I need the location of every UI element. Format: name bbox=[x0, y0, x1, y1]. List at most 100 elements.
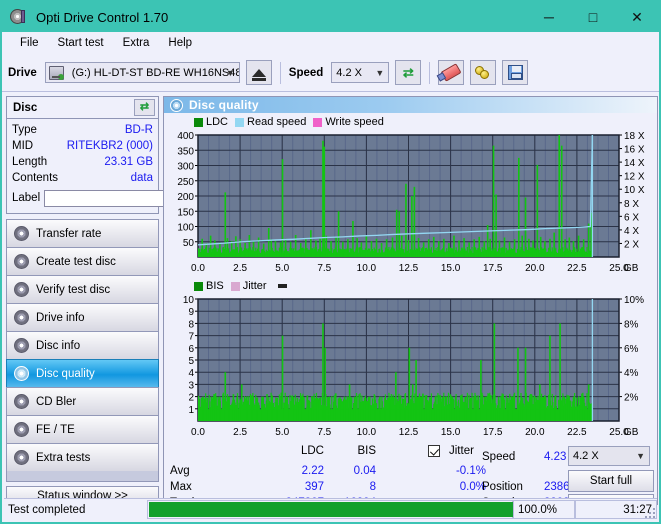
svg-text:9: 9 bbox=[188, 307, 194, 318]
sidebar-item-label: Disc info bbox=[36, 339, 81, 352]
disc-row-value: 23.31 GB bbox=[104, 156, 153, 168]
menu-extra[interactable]: Extra bbox=[115, 35, 158, 51]
app-disc-icon bbox=[10, 8, 28, 26]
legend-label-write-speed: Write speed bbox=[325, 116, 384, 129]
refresh-icon: ⇄ bbox=[402, 65, 414, 80]
sidebar-item-create-test-disc[interactable]: Create test disc bbox=[6, 247, 159, 275]
resize-grip-icon[interactable] bbox=[645, 508, 655, 518]
minimize-button[interactable]: ─ bbox=[527, 2, 571, 32]
sidebar-item-fe-te[interactable]: FE / TE bbox=[6, 415, 159, 443]
stats-row-label-avg: Avg bbox=[170, 465, 190, 478]
sidebar-item-transfer-rate[interactable]: Transfer rate bbox=[6, 219, 159, 247]
legend-swatch-read-speed bbox=[235, 117, 245, 127]
sidebar-item-label: Drive info bbox=[36, 311, 85, 324]
sidebar-item-disc-quality[interactable]: Disc quality bbox=[6, 359, 159, 387]
status-bar: Test completed 100.0% 31:27 bbox=[4, 498, 657, 520]
progress-bar-fill bbox=[149, 502, 513, 517]
save-button[interactable] bbox=[502, 60, 529, 85]
svg-text:16 X: 16 X bbox=[624, 145, 645, 156]
sidebar-item-label: Disc quality bbox=[36, 367, 95, 380]
chart1-legend: LDC Read speed Write speed bbox=[164, 115, 657, 129]
drive-select-value: (G:) HL-DT-ST BD-RE WH16NS48 1.D3 bbox=[71, 66, 239, 79]
disc-row-value: RITEKBR2 (000) bbox=[66, 140, 153, 152]
sidebar-item-cd-bler[interactable]: CD Bler bbox=[6, 387, 159, 415]
svg-text:250: 250 bbox=[177, 177, 194, 188]
svg-text:12.5: 12.5 bbox=[399, 263, 419, 274]
speed-stat-label: Speed bbox=[482, 451, 516, 464]
disc-row-mid: MID RITEKBR2 (000) bbox=[12, 138, 153, 154]
svg-text:2%: 2% bbox=[624, 393, 639, 404]
coins-button[interactable] bbox=[470, 60, 497, 85]
svg-text:8 X: 8 X bbox=[624, 199, 639, 210]
menu-file[interactable]: File bbox=[12, 35, 47, 51]
close-button[interactable]: ✕ bbox=[615, 2, 659, 32]
disc-panel: Disc ⇄ Type BD-R MID RITEKBR2 (000) Leng… bbox=[6, 96, 248, 214]
refresh-button[interactable]: ⇄ bbox=[395, 60, 422, 85]
legend-label-ldc: LDC bbox=[206, 116, 229, 129]
disc-icon bbox=[14, 338, 29, 353]
chart-ldc-readspeed: 50 100 150 200 250 300 350 400 2 X 4 X 6 X 8 X 10 X 1… bbox=[164, 129, 657, 277]
sidebar-item-drive-info[interactable]: Drive info bbox=[6, 303, 159, 331]
drive-label: Drive bbox=[8, 66, 37, 79]
test-nav-list: Transfer rate Create test disc Verify te… bbox=[6, 219, 159, 482]
erase-button[interactable] bbox=[438, 60, 465, 85]
disc-row-label: Length bbox=[12, 156, 48, 168]
coins-icon bbox=[475, 65, 491, 80]
svg-text:10.0: 10.0 bbox=[357, 263, 377, 274]
svg-text:17.5: 17.5 bbox=[483, 427, 503, 438]
jitter-checkbox[interactable] bbox=[428, 445, 440, 458]
svg-text:2.5: 2.5 bbox=[233, 427, 247, 438]
svg-text:1: 1 bbox=[188, 405, 194, 416]
stats-row-label-max: Max bbox=[170, 481, 192, 494]
svg-text:20.0: 20.0 bbox=[525, 427, 545, 438]
svg-text:2.5: 2.5 bbox=[233, 263, 247, 274]
chart-bis-jitter: 1 2 3 4 5 6 7 8 9 10 2% 4% 6% 8% 10% 0.0 2.5 5.0 7.5 10.0 12… bbox=[164, 293, 657, 441]
toolbar-divider bbox=[279, 61, 281, 84]
svg-text:GB: GB bbox=[624, 427, 639, 438]
disc-panel-title: Disc bbox=[13, 101, 38, 114]
svg-text:20.0: 20.0 bbox=[525, 263, 545, 274]
sidebar-item-disc-info[interactable]: Disc info bbox=[6, 331, 159, 359]
svg-text:300: 300 bbox=[177, 162, 194, 173]
disc-refresh-button[interactable]: ⇄ bbox=[134, 99, 155, 116]
legend-write-speed: Write speed bbox=[313, 116, 384, 128]
disc-icon bbox=[14, 422, 29, 437]
main-content: Disc ⇄ Type BD-R MID RITEKBR2 (000) Leng… bbox=[2, 92, 659, 517]
disc-quality-icon bbox=[170, 98, 183, 112]
speed-select-value: 4.2 X bbox=[336, 66, 362, 79]
refresh-icon: ⇄ bbox=[139, 101, 150, 113]
maximize-button[interactable]: □ bbox=[571, 2, 615, 32]
legend-ldc: LDC bbox=[194, 116, 228, 128]
sidebar-item-label: Verify test disc bbox=[36, 283, 111, 296]
svg-text:200: 200 bbox=[177, 192, 194, 203]
svg-text:3: 3 bbox=[188, 380, 194, 391]
svg-text:5.0: 5.0 bbox=[275, 263, 289, 274]
menu-help[interactable]: Help bbox=[160, 35, 200, 51]
disc-icon bbox=[14, 226, 29, 241]
panel-header: Disc quality bbox=[164, 97, 657, 114]
speed-select[interactable]: 4.2 X ▼ bbox=[331, 62, 390, 83]
legend-label-bis: BIS bbox=[206, 280, 224, 293]
menu-start-test[interactable]: Start test bbox=[50, 35, 112, 51]
drive-select[interactable]: (G:) HL-DT-ST BD-RE WH16NS48 1.D3 ▼ bbox=[44, 62, 240, 83]
chevron-down-icon: ▼ bbox=[636, 451, 645, 462]
result-speed-select[interactable]: 4.2 X ▼ bbox=[568, 446, 650, 467]
position-stat-label: Position bbox=[482, 481, 523, 494]
statistics-area: LDC BIS Jitter Avg 2.22 0.04 -0.1% Max 3… bbox=[164, 443, 657, 517]
jitter-label: Jitter bbox=[449, 445, 474, 458]
start-full-button[interactable]: Start full bbox=[568, 470, 654, 493]
eject-button[interactable] bbox=[245, 60, 272, 85]
title-bar: Opti Drive Control 1.70 ─ □ ✕ bbox=[2, 2, 659, 32]
disc-icon bbox=[14, 366, 29, 381]
svg-text:100: 100 bbox=[177, 223, 194, 234]
sidebar-item-extra-tests[interactable]: Extra tests bbox=[6, 443, 159, 471]
svg-text:10.0: 10.0 bbox=[357, 427, 377, 438]
legend-bis: BIS bbox=[194, 280, 224, 292]
legend-label-jitter: Jitter bbox=[242, 280, 267, 293]
svg-text:6%: 6% bbox=[624, 344, 639, 355]
sidebar-item-verify-test-disc[interactable]: Verify test disc bbox=[6, 275, 159, 303]
result-speed-value: 4.2 X bbox=[573, 450, 599, 463]
svg-text:5.0: 5.0 bbox=[275, 427, 289, 438]
svg-text:6 X: 6 X bbox=[624, 212, 639, 223]
disc-row-value: BD-R bbox=[124, 124, 153, 136]
